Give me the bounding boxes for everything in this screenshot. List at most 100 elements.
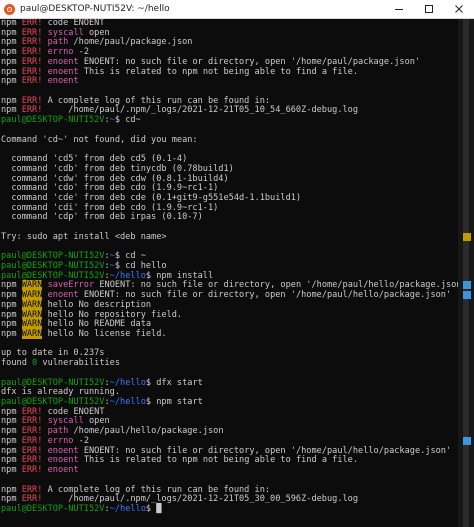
- err-label: ERR!: [21, 445, 43, 456]
- terminal-text: npm: [1, 290, 22, 301]
- warn-label: WARN: [21, 329, 43, 339]
- terminal-text: command 'cdb' from deb tinycdb (0.78buil…: [1, 163, 234, 174]
- err-label: ERR!: [21, 37, 43, 48]
- npm-field-label: syscall: [47, 416, 84, 427]
- prompt-path: ~/hello: [109, 270, 146, 281]
- terminal-text: hello No repository field.: [42, 309, 183, 320]
- maximize-icon: [425, 5, 433, 13]
- terminal-text: hello No README data: [42, 319, 152, 330]
- err-label: ERR!: [21, 47, 43, 58]
- prompt-user-host: paul@DESKTOP-NUTI52V: [1, 397, 105, 408]
- err-label: ERR!: [21, 19, 43, 28]
- terminal-line: npm ERR! enoent: [1, 465, 459, 476]
- npm-field-label: enoent: [47, 445, 79, 456]
- terminal-text: command 'cdw' from deb cdw (0.8.1-1build…: [1, 173, 229, 184]
- text-cursor: █: [156, 503, 162, 514]
- err-label: ERR!: [21, 95, 43, 106]
- terminal-text: This is related to npm not being able to…: [78, 66, 359, 77]
- terminal-text: up to date in 0.237s: [1, 348, 105, 359]
- terminal-text: /home/paul/.npm/_logs/2021-12-21T05_10_5…: [42, 105, 359, 116]
- title-bar[interactable]: paul@DESKTOP-NUTI52V: ~/hello: [0, 0, 474, 19]
- terminal-text: ENOENT: no such file or directory, open …: [94, 280, 459, 291]
- terminal-text: command 'cdp' from deb irpas (0.10-7): [1, 212, 203, 223]
- scrollbar-marker: [463, 232, 471, 241]
- npm-field-label: errno: [47, 47, 74, 58]
- terminal-text: A complete log of this run can be found …: [42, 484, 271, 495]
- terminal-text: npm: [1, 47, 22, 58]
- terminal-text: $ cd~: [114, 115, 141, 126]
- err-label: ERR!: [21, 56, 43, 67]
- vertical-scrollbar[interactable]: [458, 19, 474, 527]
- terminal-text: npm: [1, 56, 22, 67]
- err-label: ERR!: [21, 105, 43, 116]
- terminal-line: Command 'cd~' not found, did you mean:: [1, 134, 459, 146]
- terminal-line: command 'cdp' from deb irpas (0.10-7): [1, 213, 459, 223]
- terminal-text: This is related to npm not being able to…: [78, 455, 359, 466]
- terminal-line: paul@DESKTOP-NUTI52V:~$ cd~: [1, 115, 459, 126]
- err-label: ERR!: [21, 66, 43, 77]
- terminal-line: npm WARN hello No license field.: [1, 329, 459, 340]
- terminal-window: paul@DESKTOP-NUTI52V: ~/hello npm ERR! c…: [0, 0, 474, 527]
- terminal-text: Try: sudo apt install <deb name>: [1, 231, 167, 242]
- terminal-text: $ cd ~: [114, 251, 146, 262]
- npm-field-label: enoent: [47, 56, 79, 67]
- warn-label: WARN: [21, 290, 43, 301]
- terminal-text: ENOENT: no such file or directory, open …: [78, 445, 452, 456]
- terminal-text: code ENOENT: [42, 406, 105, 417]
- terminal-text: npm: [1, 95, 22, 106]
- npm-field-label: path: [47, 426, 69, 437]
- err-label: ERR!: [21, 76, 43, 87]
- terminal-text: npm: [1, 309, 22, 320]
- err-label: ERR!: [21, 465, 43, 476]
- prompt-path: ~/hello: [109, 377, 146, 388]
- terminal-text: npm: [1, 299, 22, 310]
- prompt-user-host: paul@DESKTOP-NUTI52V: [1, 115, 105, 126]
- terminal-text: command 'cd5' from deb cd5 (0.1-4): [1, 154, 188, 165]
- terminal-line: paul@DESKTOP-NUTI52V:~/hello$ █: [1, 503, 459, 515]
- terminal-text: code ENOENT: [42, 19, 105, 28]
- terminal-text: open: [83, 416, 110, 427]
- terminal-text: $ cd hello: [114, 260, 167, 271]
- terminal-line: npm ERR! enoent: [1, 76, 459, 87]
- terminal-text: npm: [1, 329, 22, 339]
- npm-field-label: enoent: [47, 66, 79, 77]
- terminal-text: command 'cdi' from deb cdo (1.9.9~rc1-1): [1, 202, 219, 213]
- npm-field-label: enoent: [47, 290, 79, 301]
- npm-field-label: enoent: [47, 455, 79, 466]
- minimize-button[interactable]: [384, 0, 414, 18]
- terminal-text: found: [1, 358, 33, 369]
- terminal-text: ENOENT: no such file or directory, open …: [78, 290, 452, 301]
- terminal-text: -2: [73, 435, 89, 446]
- err-label: ERR!: [21, 406, 43, 417]
- err-label: ERR!: [21, 27, 43, 38]
- close-button[interactable]: [444, 0, 474, 18]
- prompt-user-host: paul@DESKTOP-NUTI52V: [1, 503, 105, 514]
- maximize-button[interactable]: [414, 0, 444, 18]
- terminal-text: npm: [1, 37, 22, 48]
- terminal-text: $: [145, 503, 157, 514]
- err-label: ERR!: [21, 426, 43, 437]
- close-icon: [455, 5, 463, 13]
- npm-field-label: syscall: [47, 27, 84, 38]
- terminal-output[interactable]: npm ERR! code ENOENT npm ERR! syscall ope…: [0, 19, 459, 527]
- prompt-user-host: paul@DESKTOP-NUTI52V: [1, 377, 105, 388]
- terminal-text: Command 'cd~' not found, did you mean:: [1, 134, 198, 145]
- terminal-text: ENOENT: no such file or directory, open …: [78, 56, 421, 67]
- warn-label: WARN: [21, 309, 43, 320]
- terminal-text: /home/paul/package.json: [68, 37, 193, 48]
- terminal-text: npm: [1, 19, 22, 28]
- scrollbar-thumb[interactable]: [463, 19, 469, 527]
- scrollbar-marker: [463, 436, 471, 445]
- terminal-text: A complete log of this run can be found …: [42, 95, 271, 106]
- terminal-text: command 'cde' from deb cde (0.1+git9-g55…: [1, 192, 302, 203]
- prompt-user-host: paul@DESKTOP-NUTI52V: [1, 270, 105, 281]
- npm-field-label: path: [47, 37, 69, 48]
- terminal-text: npm: [1, 435, 22, 446]
- terminal-text: open: [83, 27, 110, 38]
- terminal-text: npm: [1, 319, 22, 330]
- terminal-line: Try: sudo apt install <deb name>: [1, 231, 459, 243]
- window-title: paul@DESKTOP-NUTI52V: ~/hello: [20, 4, 170, 14]
- window-controls: [384, 0, 474, 18]
- warn-label: WARN: [21, 319, 43, 330]
- warn-label: WARN: [21, 299, 43, 310]
